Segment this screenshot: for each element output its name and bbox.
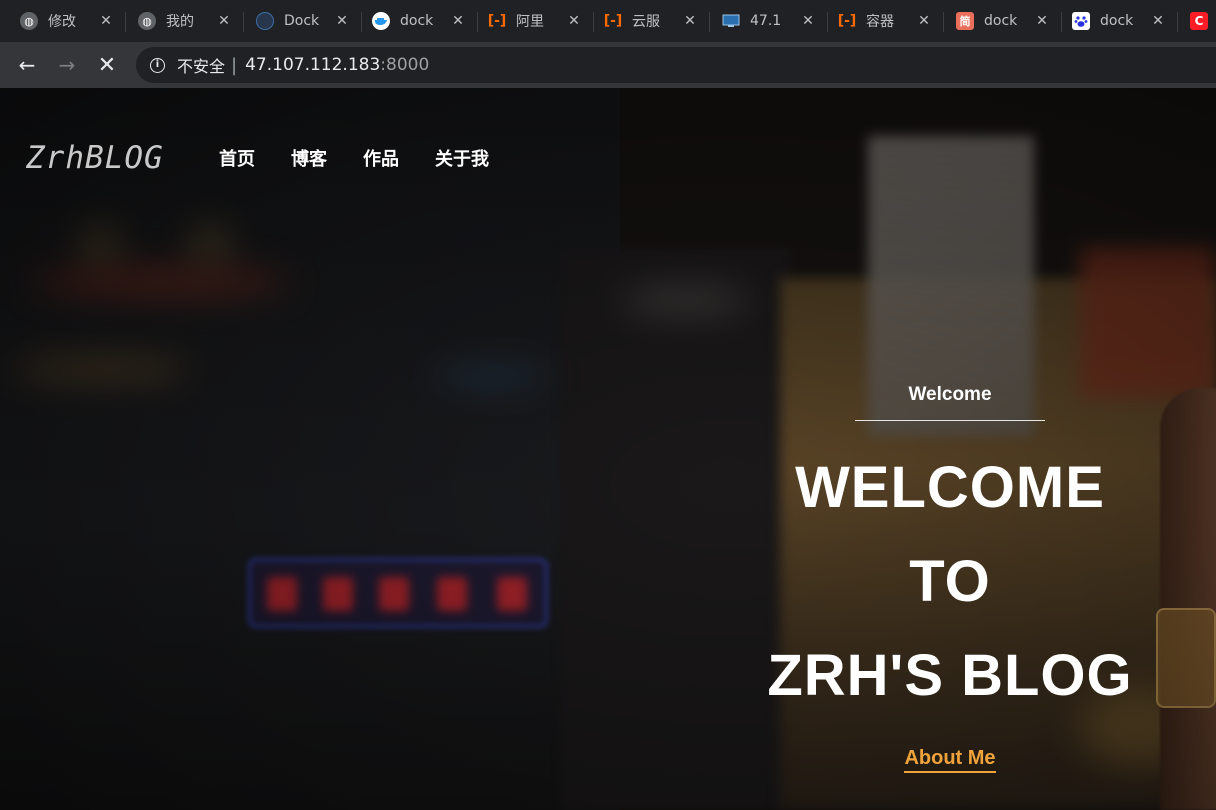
tab-title: 阿里 bbox=[516, 14, 544, 30]
browser-tab[interactable]: 简 dock ✕ bbox=[946, 0, 1062, 42]
close-icon[interactable]: ✕ bbox=[216, 13, 232, 29]
tab-strip: ◍ 修改 ✕ ◍ 我的 ✕ Dock ✕ dock ✕ [-] 阿里 ✕ [-]… bbox=[0, 0, 1216, 42]
not-secure-label[interactable]: 不安全 bbox=[177, 53, 225, 77]
browser-tab[interactable]: [-] 云服 ✕ bbox=[594, 0, 710, 42]
docker-icon bbox=[256, 12, 274, 30]
tab-title: 修改 bbox=[48, 14, 76, 30]
info-icon[interactable]: i bbox=[150, 57, 165, 73]
close-icon[interactable]: ✕ bbox=[800, 13, 816, 29]
address-bar[interactable]: i 不安全 | 47.107.112.183 :8000 bbox=[136, 47, 1216, 83]
arrow-left-icon: ← bbox=[18, 53, 36, 77]
aliyun-icon: [-] bbox=[603, 13, 623, 29]
hero-title: WELCOME TO ZRH'S BLOG bbox=[740, 441, 1160, 723]
browser-tab[interactable]: 47.1 ✕ bbox=[712, 0, 828, 42]
browser-tab[interactable]: ◍ 我的 ✕ bbox=[128, 0, 244, 42]
baidu-icon bbox=[1072, 12, 1090, 30]
jianshu-icon: 简 bbox=[956, 12, 974, 30]
browser-tab[interactable]: C bbox=[1180, 0, 1216, 42]
site-logo[interactable]: ZrhBLOG bbox=[26, 140, 164, 176]
browser-tab[interactable]: ◍ 修改 ✕ bbox=[10, 0, 126, 42]
aliyun-icon: [-] bbox=[487, 13, 507, 29]
nav-item-works[interactable]: 作品 bbox=[363, 145, 399, 171]
close-icon[interactable]: ✕ bbox=[1034, 13, 1050, 29]
tab-title: 我的 bbox=[166, 14, 194, 30]
about-me-link[interactable]: About Me bbox=[904, 747, 996, 773]
browser-tab[interactable]: Dock ✕ bbox=[246, 0, 362, 42]
hero-title-line: TO bbox=[909, 549, 991, 614]
close-icon[interactable]: ✕ bbox=[566, 13, 582, 29]
docker-whale-icon bbox=[372, 12, 390, 30]
tab-title: dock bbox=[1100, 13, 1134, 29]
hero-title-line: WELCOME bbox=[795, 455, 1105, 520]
hero-section: Welcome WELCOME TO ZRH'S BLOG About Me bbox=[740, 384, 1160, 773]
tab-title: 容器 bbox=[866, 14, 894, 30]
forward-button[interactable]: → bbox=[52, 50, 82, 80]
browser-tab[interactable]: dock ✕ bbox=[362, 0, 478, 42]
hero-subtitle: Welcome bbox=[908, 384, 992, 405]
close-icon[interactable]: ✕ bbox=[682, 13, 698, 29]
monitor-icon bbox=[722, 12, 740, 30]
tab-title: 云服 bbox=[632, 14, 660, 30]
arrow-right-icon: → bbox=[58, 53, 76, 77]
browser-toolbar: ← → ✕ i 不安全 | 47.107.112.183 :8000 bbox=[0, 42, 1216, 88]
web-page: ZrhBLOG 首页 博客 作品 关于我 Welcome WELCOME TO … bbox=[0, 88, 1216, 810]
tab-title: 47.1 bbox=[750, 13, 782, 29]
nav-item-blog[interactable]: 博客 bbox=[291, 145, 327, 171]
browser-tab[interactable]: [-] 容器 ✕ bbox=[828, 0, 944, 42]
close-icon[interactable]: ✕ bbox=[916, 13, 932, 29]
divider: | bbox=[231, 54, 238, 76]
nav-item-home[interactable]: 首页 bbox=[219, 145, 255, 171]
aliyun-icon: [-] bbox=[837, 13, 857, 29]
globe-icon: ◍ bbox=[20, 12, 38, 30]
divider bbox=[855, 420, 1045, 421]
back-button[interactable]: ← bbox=[12, 50, 42, 80]
close-icon[interactable]: ✕ bbox=[450, 13, 466, 29]
stop-button[interactable]: ✕ bbox=[92, 50, 122, 80]
close-icon[interactable]: ✕ bbox=[1150, 13, 1166, 29]
tab-title: Dock bbox=[284, 13, 320, 29]
csdn-icon: C bbox=[1190, 12, 1208, 30]
close-icon[interactable]: ✕ bbox=[334, 13, 350, 29]
browser-tab[interactable]: [-] 阿里 ✕ bbox=[478, 0, 594, 42]
site-nav: 首页 博客 作品 关于我 bbox=[219, 145, 489, 171]
tab-title: dock bbox=[400, 13, 434, 29]
browser-tab[interactable]: dock ✕ bbox=[1062, 0, 1178, 42]
url-port[interactable]: :8000 bbox=[380, 55, 429, 75]
tab-title: dock bbox=[984, 13, 1018, 29]
url-host[interactable]: 47.107.112.183 bbox=[245, 55, 380, 75]
close-icon[interactable]: ✕ bbox=[98, 13, 114, 29]
close-icon: ✕ bbox=[97, 52, 117, 78]
hero-title-line: ZRH'S BLOG bbox=[767, 643, 1133, 708]
nav-item-about[interactable]: 关于我 bbox=[435, 145, 489, 171]
globe-icon: ◍ bbox=[138, 12, 156, 30]
